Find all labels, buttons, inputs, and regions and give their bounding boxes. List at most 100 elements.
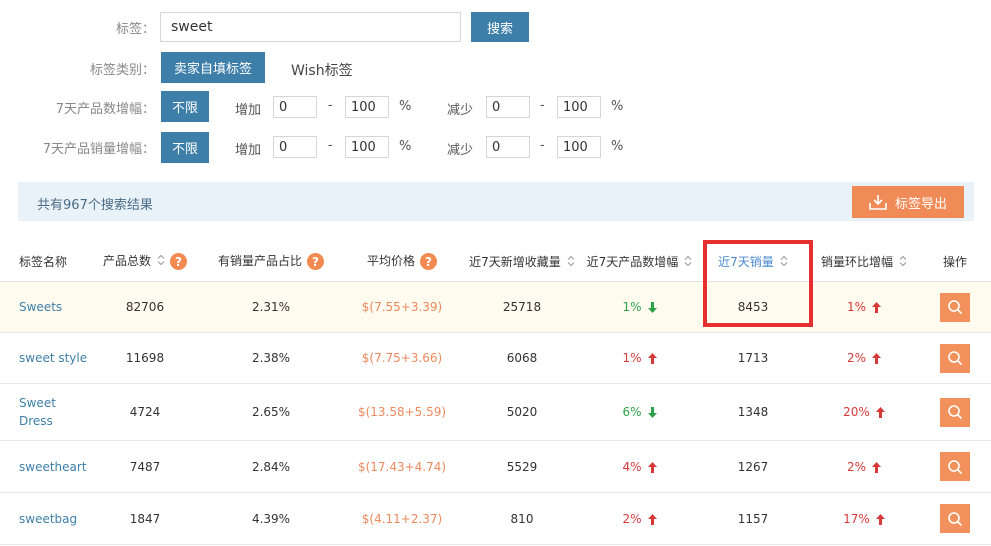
favorites-cell: 5529 <box>462 440 582 493</box>
sort-icon[interactable] <box>567 255 575 270</box>
mom-cell: 17% <box>809 492 919 545</box>
question-icon[interactable]: ? <box>420 253 437 270</box>
favorites-cell: 25718 <box>462 281 582 333</box>
search-icon[interactable] <box>940 504 970 533</box>
product-growth-label: 7天产品数增幅： <box>55 101 155 117</box>
action-cell <box>919 332 991 384</box>
mom-cell: 1% <box>809 281 919 333</box>
price-cell: $(17.43+4.74) <box>342 440 462 493</box>
sort-icon[interactable] <box>157 254 165 269</box>
price-cell: $(4.11+2.37) <box>342 492 462 545</box>
header-product-total[interactable]: 产品总数? <box>90 241 200 282</box>
sales-growth-label: 7天产品销量增幅： <box>42 141 155 157</box>
action-cell <box>919 281 991 333</box>
favorites-cell: 5020 <box>462 383 582 441</box>
price-cell: $(7.55+3.39) <box>342 281 462 333</box>
sort-icon[interactable] <box>899 255 907 270</box>
percent-sign: % <box>611 139 624 154</box>
arrow-down-icon <box>647 407 657 418</box>
search-icon[interactable] <box>940 292 970 322</box>
growth-cell: 4% <box>582 440 697 493</box>
highlight-box <box>703 240 813 327</box>
header-7d-product-growth[interactable]: 近7天产品数增幅 <box>582 241 697 282</box>
sales-growth-increase-label: 增加 <box>235 143 262 158</box>
product-growth-inc-max-input[interactable]: 100 <box>345 96 389 118</box>
sales-growth-dec-max-input[interactable]: 100 <box>557 136 601 158</box>
sales-cell: 1267 <box>697 440 809 493</box>
growth-cell: 6% <box>582 383 697 441</box>
tag-search-input[interactable]: sweet <box>160 12 461 42</box>
tag-name-link[interactable]: sweet style <box>0 332 90 384</box>
arrow-up-icon <box>647 353 657 364</box>
question-icon[interactable]: ? <box>170 253 187 270</box>
ratio-cell: 2.65% <box>200 383 342 441</box>
mom-cell: 2% <box>809 440 919 493</box>
tag-name-link[interactable]: Sweets <box>0 281 90 333</box>
sales-growth-inc-max-input[interactable]: 100 <box>345 136 389 158</box>
favorites-cell: 810 <box>462 492 582 545</box>
table-row: Sweet Dress 4724 2.65% $(13.58+5.59) 502… <box>0 383 991 441</box>
mom-cell: 2% <box>809 332 919 384</box>
percent-sign: % <box>399 99 412 114</box>
product-growth-unlimited-button[interactable]: 不限 <box>161 91 209 122</box>
product-total-cell: 1847 <box>90 492 200 545</box>
table-row: sweetheart 7487 2.84% $(17.43+4.74) 5529… <box>0 440 991 493</box>
header-avg-price[interactable]: 平均价格? <box>342 241 462 282</box>
type-label: 标签类别： <box>89 62 155 78</box>
percent-sign: % <box>399 139 412 154</box>
tag-name-link[interactable]: sweetheart <box>0 440 90 493</box>
growth-cell: 2% <box>582 492 697 545</box>
table-row: Sweets 82706 2.31% $(7.55+3.39) 25718 1%… <box>0 281 991 333</box>
search-icon[interactable] <box>940 397 970 427</box>
product-growth-dec-min-input[interactable]: 0 <box>486 96 530 118</box>
ratio-cell: 4.39% <box>200 492 342 545</box>
table-row: sweet style 11698 2.38% $(7.75+3.66) 606… <box>0 332 991 384</box>
tag-name-link[interactable]: sweetbag <box>0 492 90 545</box>
dash: - <box>328 138 333 153</box>
action-cell <box>919 383 991 441</box>
arrow-up-icon <box>872 353 882 364</box>
product-growth-increase-label: 增加 <box>235 103 262 118</box>
sales-cell: 1348 <box>697 383 809 441</box>
search-button[interactable]: 搜索 <box>471 12 529 42</box>
sales-growth-unlimited-button[interactable]: 不限 <box>161 132 209 163</box>
product-total-cell: 82706 <box>90 281 200 333</box>
type-wish-tag-option[interactable]: Wish标签 <box>291 60 353 80</box>
table-row: sweetbag 1847 4.39% $(4.11+2.37) 810 2% … <box>0 492 991 545</box>
header-7d-favorites[interactable]: 近7天新增收藏量 <box>462 241 582 282</box>
sales-growth-dec-min-input[interactable]: 0 <box>486 136 530 158</box>
dash: - <box>540 138 545 153</box>
arrow-up-icon <box>647 513 657 525</box>
question-icon[interactable]: ? <box>307 253 324 270</box>
arrow-down-icon <box>647 302 657 313</box>
tag-name-link[interactable]: Sweet Dress <box>0 383 90 441</box>
search-icon[interactable] <box>940 343 970 373</box>
ratio-cell: 2.84% <box>200 440 342 493</box>
arrow-up-icon <box>875 407 885 418</box>
product-total-cell: 11698 <box>90 332 200 384</box>
filter-row-type: 标签类别： <box>0 52 991 84</box>
mom-cell: 20% <box>809 383 919 441</box>
sales-growth-inc-min-input[interactable]: 0 <box>273 136 317 158</box>
tag-label: 标签： <box>115 21 155 37</box>
percent-sign: % <box>611 99 624 114</box>
product-total-cell: 4724 <box>90 383 200 441</box>
export-tags-button[interactable]: 标签导出 <box>852 186 964 218</box>
type-seller-tag-button[interactable]: 卖家自填标签 <box>161 52 265 83</box>
arrow-up-icon <box>872 461 882 473</box>
header-sales-product-ratio[interactable]: 有销量产品占比? <box>200 241 342 282</box>
dash: - <box>540 98 545 113</box>
arrow-up-icon <box>872 302 882 313</box>
sales-cell: 1157 <box>697 492 809 545</box>
product-growth-dec-max-input[interactable]: 100 <box>557 96 601 118</box>
price-cell: $(13.58+5.59) <box>342 383 462 441</box>
result-summary-bar: 共有967个搜索结果 标签导出 <box>18 182 974 221</box>
table-header-row: 标签名称 产品总数? 有销量产品占比? 平均价格? 近7天新增收藏量 近7天产品… <box>0 241 991 282</box>
header-sales-mom-growth[interactable]: 销量环比增幅 <box>809 241 919 282</box>
ratio-cell: 2.31% <box>200 281 342 333</box>
search-icon[interactable] <box>940 452 970 481</box>
sort-icon[interactable] <box>684 255 692 270</box>
action-cell <box>919 492 991 545</box>
download-icon <box>869 195 887 210</box>
product-growth-inc-min-input[interactable]: 0 <box>273 96 317 118</box>
